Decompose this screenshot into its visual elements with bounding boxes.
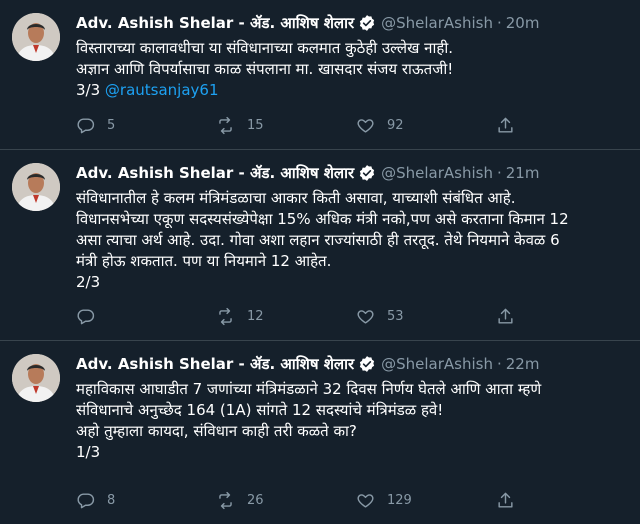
author-name[interactable]: Adv. Ashish Shelar - ॲड. आशिष शेलार — [76, 354, 354, 374]
share-icon — [498, 117, 513, 133]
separator-dot: · — [496, 14, 502, 32]
reply-icon — [77, 492, 95, 508]
separator-dot: · — [496, 164, 502, 182]
verified-badge-icon — [359, 165, 375, 181]
author-name[interactable]: Adv. Ashish Shelar - ॲड. आशिष शेलार — [76, 13, 354, 33]
verified-badge-icon — [359, 15, 375, 31]
retweet-icon — [219, 491, 232, 509]
share-button[interactable] — [496, 116, 527, 135]
retweet-icon — [219, 307, 232, 325]
heart-icon — [357, 309, 374, 324]
like-count: 129 — [387, 492, 412, 508]
reply-count: 5 — [107, 117, 116, 133]
reply-button[interactable]: 8 — [76, 491, 216, 510]
share-icon — [498, 308, 513, 324]
heart-icon — [357, 118, 374, 133]
avatar[interactable] — [12, 354, 60, 402]
author-name[interactable]: Adv. Ashish Shelar - ॲड. आशिष शेलार — [76, 163, 354, 183]
like-count: 53 — [387, 308, 404, 324]
tweet-text-line: संविधानातील हे कलम मंत्रिमंडळाचा आकार कि… — [76, 189, 516, 207]
thread-counter: 1/3 — [76, 443, 101, 461]
tweet-text: विस्ताराच्या कालावधीचा या संविधानाच्या क… — [76, 38, 626, 101]
retweet-count: 26 — [247, 492, 264, 508]
avatar[interactable] — [12, 13, 60, 61]
retweet-count: 12 — [247, 308, 264, 324]
reply-button[interactable] — [76, 307, 216, 326]
share-icon — [498, 492, 513, 508]
thread-counter: 2/3 — [76, 273, 101, 291]
tweet-timestamp[interactable]: 20m — [506, 14, 540, 32]
tweet-text-line: अज्ञान आणि विपर्यासाचा काळ संपलाना मा. ख… — [76, 60, 454, 78]
tweet-header: Adv. Ashish Shelar - ॲड. आशिष शेलार @She… — [76, 160, 626, 186]
reply-count: 8 — [107, 492, 116, 508]
reply-button[interactable]: 5 — [76, 116, 216, 135]
tweet-actions: 12 53 — [76, 306, 626, 326]
separator-dot: · — [496, 355, 502, 373]
author-handle[interactable]: @ShelarAshish — [381, 164, 493, 182]
avatar-photo — [12, 163, 60, 211]
tweet-feed: Adv. Ashish Shelar - ॲड. आशिष शेलार @She… — [0, 0, 640, 524]
tweet-text-line: 3/3 @rautsanjay61 — [76, 80, 626, 101]
tweet-text: संविधानातील हे कलम मंत्रिमंडळाचा आकार कि… — [76, 188, 626, 293]
author-handle[interactable]: @ShelarAshish — [381, 14, 493, 32]
tweet-text-line: महाविकास आघाडीत 7 जणांच्या मंत्रिमंडळाने… — [76, 380, 542, 398]
share-button[interactable] — [496, 491, 527, 510]
reply-icon — [77, 308, 95, 324]
retweet-icon — [219, 116, 232, 134]
tweet-text-line: विस्ताराच्या कालावधीचा या संविधानाच्या क… — [76, 39, 453, 57]
tweet-header: Adv. Ashish Shelar - ॲड. आशिष शेलार @She… — [76, 10, 626, 36]
tweet-text-line: अहो तुम्हाला कायदा, संविधान काही तरी कळत… — [76, 422, 357, 440]
tweet[interactable]: Adv. Ashish Shelar - ॲड. आशिष शेलार @She… — [0, 341, 640, 524]
tweet-text-line: विधानसभेच्या एकूण सदस्यसंख्येपेक्षा 15% … — [76, 210, 569, 228]
tweet-text-line: असा त्याचा अर्थ आहे. उदा. गोवा अशा लहान … — [76, 231, 560, 249]
retweet-button[interactable]: 12 — [216, 307, 356, 326]
tweet[interactable]: Adv. Ashish Shelar - ॲड. आशिष शेलार @She… — [0, 0, 640, 150]
tweet-text-line: संविधानाचे अनुच्छेद 164 (1A) सांगते 12 स… — [76, 401, 444, 419]
share-button[interactable] — [496, 307, 527, 326]
tweet-actions: 8 26 129 — [76, 490, 626, 510]
mention-link[interactable]: @rautsanjay61 — [105, 81, 219, 99]
retweet-button[interactable]: 26 — [216, 491, 356, 510]
reply-icon — [77, 117, 95, 133]
like-count: 92 — [387, 117, 404, 133]
heart-icon — [357, 493, 374, 508]
tweet-actions: 5 15 92 — [76, 115, 626, 135]
verified-badge-icon — [359, 356, 375, 372]
author-handle[interactable]: @ShelarAshish — [381, 355, 493, 373]
avatar-photo — [12, 354, 60, 402]
tweet[interactable]: Adv. Ashish Shelar - ॲड. आशिष शेलार @She… — [0, 150, 640, 341]
tweet-timestamp[interactable]: 21m — [506, 164, 540, 182]
retweet-button[interactable]: 15 — [216, 116, 356, 135]
tweet-header: Adv. Ashish Shelar - ॲड. आशिष शेलार @She… — [76, 351, 626, 377]
like-button[interactable]: 129 — [356, 491, 496, 510]
avatar-photo — [12, 13, 60, 61]
tweet-text: महाविकास आघाडीत 7 जणांच्या मंत्रिमंडळाने… — [76, 379, 626, 463]
tweet-text-line: मंत्री होऊ शकतात. पण या नियमाने 12 आहेत. — [76, 252, 332, 270]
thread-counter: 3/3 — [76, 81, 105, 99]
tweet-timestamp[interactable]: 22m — [506, 355, 540, 373]
avatar[interactable] — [12, 163, 60, 211]
retweet-count: 15 — [247, 117, 264, 133]
like-button[interactable]: 92 — [356, 116, 496, 135]
like-button[interactable]: 53 — [356, 307, 496, 326]
